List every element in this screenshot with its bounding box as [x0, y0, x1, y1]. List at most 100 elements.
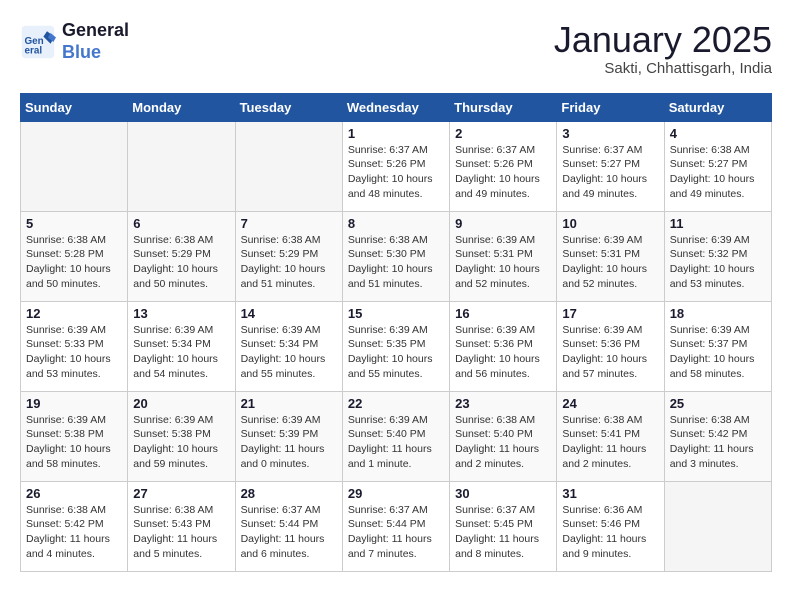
calendar-cell: 19 Sunrise: 6:39 AM Sunset: 5:38 PM Dayli…	[21, 391, 128, 481]
calendar-cell: 12Sunrise: 6:39 AM Sunset: 5:33 PM Dayli…	[21, 301, 128, 391]
day-info: Sunrise: 6:38 AM Sunset: 5:42 PM Dayligh…	[26, 503, 122, 562]
month-title: January 2025	[554, 20, 772, 60]
day-number: 24	[562, 396, 658, 411]
day-number: 1	[348, 126, 444, 141]
title-block: January 2025 Sakti, Chhattisgarh, India	[554, 20, 772, 77]
calendar-cell: 17 Sunrise: 6:39 AM Sunset: 5:36 PM Dayli…	[557, 301, 664, 391]
day-info: Sunrise: 6:39 AM Sunset: 5:35 PM Dayligh…	[348, 323, 444, 382]
day-info: Sunrise: 6:39 AM Sunset: 5:37 PM Dayligh…	[670, 323, 766, 382]
logo-icon: Gen eral	[20, 24, 56, 60]
calendar-cell: 10Sunrise: 6:39 AM Sunset: 5:31 PM Dayli…	[557, 211, 664, 301]
calendar-cell: 18 Sunrise: 6:39 AM Sunset: 5:37 PM Dayli…	[664, 301, 771, 391]
day-number: 14	[241, 306, 337, 321]
logo-text: General Blue	[62, 20, 129, 63]
calendar-cell	[664, 481, 771, 571]
day-number: 3	[562, 126, 658, 141]
weekday-header-thursday: Thursday	[450, 93, 557, 121]
calendar-cell: 5 Sunrise: 6:38 AM Sunset: 5:28 PM Daylig…	[21, 211, 128, 301]
day-number: 5	[26, 216, 122, 231]
day-info: Sunrise: 6:39 AM Sunset: 5:34 PM Dayligh…	[241, 323, 337, 382]
day-number: 26	[26, 486, 122, 501]
day-info: Sunrise: 6:39 AM Sunset: 5:38 PM Dayligh…	[26, 413, 122, 472]
calendar-cell	[235, 121, 342, 211]
day-info: Sunrise: 6:38 AM Sunset: 5:43 PM Dayligh…	[133, 503, 229, 562]
day-info: Sunrise: 6:38 AM Sunset: 5:29 PM Dayligh…	[241, 233, 337, 292]
day-number: 10	[562, 216, 658, 231]
calendar-cell: 9Sunrise: 6:39 AM Sunset: 5:31 PM Daylig…	[450, 211, 557, 301]
calendar-week-1: 1 Sunrise: 6:37 AM Sunset: 5:26 PM Daylig…	[21, 121, 772, 211]
calendar-week-2: 5 Sunrise: 6:38 AM Sunset: 5:28 PM Daylig…	[21, 211, 772, 301]
calendar-cell: 23 Sunrise: 6:38 AM Sunset: 5:40 PM Dayli…	[450, 391, 557, 481]
calendar-week-3: 12Sunrise: 6:39 AM Sunset: 5:33 PM Dayli…	[21, 301, 772, 391]
day-number: 19	[26, 396, 122, 411]
day-info: Sunrise: 6:38 AM Sunset: 5:27 PM Dayligh…	[670, 143, 766, 202]
day-info: Sunrise: 6:39 AM Sunset: 5:38 PM Dayligh…	[133, 413, 229, 472]
day-info: Sunrise: 6:39 AM Sunset: 5:31 PM Dayligh…	[455, 233, 551, 292]
calendar-cell: 25Sunrise: 6:38 AM Sunset: 5:42 PM Dayli…	[664, 391, 771, 481]
svg-text:eral: eral	[25, 45, 43, 56]
calendar-header: SundayMondayTuesdayWednesdayThursdayFrid…	[21, 93, 772, 121]
day-info: Sunrise: 6:38 AM Sunset: 5:30 PM Dayligh…	[348, 233, 444, 292]
weekday-header-tuesday: Tuesday	[235, 93, 342, 121]
calendar-cell: 3 Sunrise: 6:37 AM Sunset: 5:27 PM Daylig…	[557, 121, 664, 211]
day-info: Sunrise: 6:39 AM Sunset: 5:36 PM Dayligh…	[455, 323, 551, 382]
calendar-body: 1 Sunrise: 6:37 AM Sunset: 5:26 PM Daylig…	[21, 121, 772, 571]
day-number: 15	[348, 306, 444, 321]
calendar-week-5: 26 Sunrise: 6:38 AM Sunset: 5:42 PM Dayli…	[21, 481, 772, 571]
calendar-cell: 24Sunrise: 6:38 AM Sunset: 5:41 PM Dayli…	[557, 391, 664, 481]
calendar-table: SundayMondayTuesdayWednesdayThursdayFrid…	[20, 93, 772, 572]
calendar-cell: 6Sunrise: 6:38 AM Sunset: 5:29 PM Daylig…	[128, 211, 235, 301]
day-info: Sunrise: 6:39 AM Sunset: 5:32 PM Dayligh…	[670, 233, 766, 292]
calendar-cell: 4 Sunrise: 6:38 AM Sunset: 5:27 PM Daylig…	[664, 121, 771, 211]
day-number: 11	[670, 216, 766, 231]
day-number: 28	[241, 486, 337, 501]
calendar-cell	[21, 121, 128, 211]
day-number: 2	[455, 126, 551, 141]
page-header: Gen eral General Blue January 2025 Sakti…	[20, 20, 772, 77]
day-number: 4	[670, 126, 766, 141]
day-info: Sunrise: 6:37 AM Sunset: 5:26 PM Dayligh…	[455, 143, 551, 202]
calendar-cell: 7 Sunrise: 6:38 AM Sunset: 5:29 PM Daylig…	[235, 211, 342, 301]
day-number: 31	[562, 486, 658, 501]
logo: Gen eral General Blue	[20, 20, 129, 63]
calendar-cell: 31 Sunrise: 6:36 AM Sunset: 5:46 PM Dayli…	[557, 481, 664, 571]
day-number: 7	[241, 216, 337, 231]
day-info: Sunrise: 6:39 AM Sunset: 5:33 PM Dayligh…	[26, 323, 122, 382]
day-info: Sunrise: 6:38 AM Sunset: 5:42 PM Dayligh…	[670, 413, 766, 472]
calendar-cell: 15 Sunrise: 6:39 AM Sunset: 5:35 PM Dayli…	[342, 301, 449, 391]
calendar-cell: 1Sunrise: 6:37 AM Sunset: 5:26 PM Daylig…	[342, 121, 449, 211]
day-number: 13	[133, 306, 229, 321]
day-number: 27	[133, 486, 229, 501]
day-number: 6	[133, 216, 229, 231]
location: Sakti, Chhattisgarh, India	[554, 60, 772, 77]
day-number: 23	[455, 396, 551, 411]
calendar-cell: 14 Sunrise: 6:39 AM Sunset: 5:34 PM Dayli…	[235, 301, 342, 391]
calendar-cell: 28 Sunrise: 6:37 AM Sunset: 5:44 PM Dayli…	[235, 481, 342, 571]
day-info: Sunrise: 6:37 AM Sunset: 5:27 PM Dayligh…	[562, 143, 658, 202]
weekday-header-row: SundayMondayTuesdayWednesdayThursdayFrid…	[21, 93, 772, 121]
day-info: Sunrise: 6:39 AM Sunset: 5:39 PM Dayligh…	[241, 413, 337, 472]
weekday-header-wednesday: Wednesday	[342, 93, 449, 121]
day-info: Sunrise: 6:39 AM Sunset: 5:36 PM Dayligh…	[562, 323, 658, 382]
calendar-cell: 13 Sunrise: 6:39 AM Sunset: 5:34 PM Dayli…	[128, 301, 235, 391]
calendar-cell: 21Sunrise: 6:39 AM Sunset: 5:39 PM Dayli…	[235, 391, 342, 481]
calendar-cell: 30Sunrise: 6:37 AM Sunset: 5:45 PM Dayli…	[450, 481, 557, 571]
weekday-header-sunday: Sunday	[21, 93, 128, 121]
calendar-week-4: 19 Sunrise: 6:39 AM Sunset: 5:38 PM Dayli…	[21, 391, 772, 481]
day-number: 18	[670, 306, 766, 321]
day-info: Sunrise: 6:37 AM Sunset: 5:45 PM Dayligh…	[455, 503, 551, 562]
calendar-cell: 26 Sunrise: 6:38 AM Sunset: 5:42 PM Dayli…	[21, 481, 128, 571]
weekday-header-monday: Monday	[128, 93, 235, 121]
day-number: 8	[348, 216, 444, 231]
day-info: Sunrise: 6:36 AM Sunset: 5:46 PM Dayligh…	[562, 503, 658, 562]
day-info: Sunrise: 6:37 AM Sunset: 5:44 PM Dayligh…	[348, 503, 444, 562]
day-info: Sunrise: 6:38 AM Sunset: 5:28 PM Dayligh…	[26, 233, 122, 292]
weekday-header-friday: Friday	[557, 93, 664, 121]
day-info: Sunrise: 6:39 AM Sunset: 5:40 PM Dayligh…	[348, 413, 444, 472]
day-info: Sunrise: 6:38 AM Sunset: 5:40 PM Dayligh…	[455, 413, 551, 472]
day-number: 29	[348, 486, 444, 501]
calendar-cell: 2 Sunrise: 6:37 AM Sunset: 5:26 PM Daylig…	[450, 121, 557, 211]
day-info: Sunrise: 6:39 AM Sunset: 5:34 PM Dayligh…	[133, 323, 229, 382]
day-info: Sunrise: 6:37 AM Sunset: 5:44 PM Dayligh…	[241, 503, 337, 562]
day-number: 17	[562, 306, 658, 321]
